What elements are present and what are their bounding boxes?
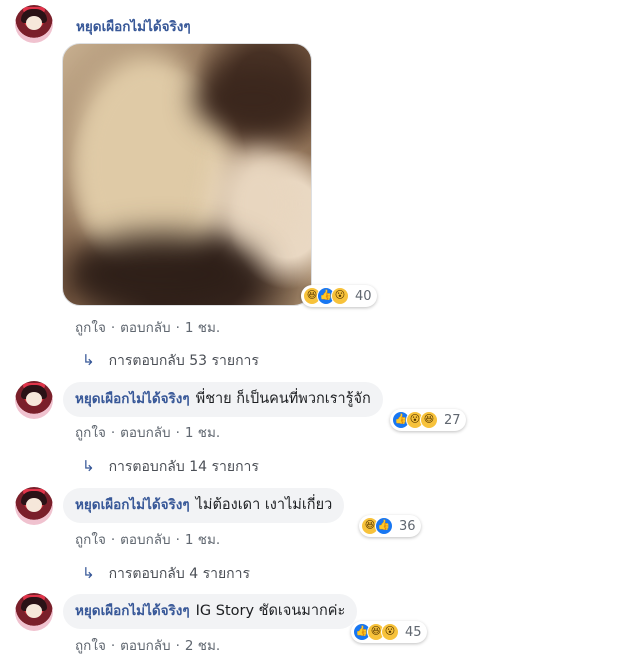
comment-time[interactable]: 1 ชม. <box>185 320 220 336</box>
comment-author[interactable]: หยุดเผือกไม่ได้จริงๆ <box>75 603 190 619</box>
reply-arrow-icon: ↳ <box>82 351 95 369</box>
wow-icon: 😮 <box>381 623 399 641</box>
haha-icon: 😆 <box>420 411 438 429</box>
comment-bubble: หยุดเผือกไม่ได้จริงๆ ไม่ต้องเดา เงาไม่เกี… <box>63 488 345 523</box>
comment-author[interactable]: หยุดเผือกไม่ได้จริงๆ <box>75 497 190 513</box>
avatar-face <box>26 16 42 30</box>
reaction-summary[interactable]: 😆 👍 😮 40 <box>301 285 377 307</box>
reaction-summary[interactable]: 😆 👍 36 <box>359 515 421 537</box>
wow-icon: 😮 <box>331 287 349 305</box>
comment-bubble: หยุดเผือกไม่ได้จริงๆ พี่ชาย ก็เป็นคนที่พว… <box>63 382 383 417</box>
comment-time[interactable]: 1 ชม. <box>185 532 220 548</box>
like-link[interactable]: ถูกใจ <box>75 532 106 548</box>
comment-time[interactable]: 2 ชม. <box>185 638 220 654</box>
comment-text: ไม่ต้องเดา เงาไม่เกี่ยว <box>195 497 333 513</box>
reaction-count: 45 <box>405 624 422 640</box>
avatar[interactable] <box>15 5 53 43</box>
comment-actions: ถูกใจ · ตอบกลับ · 1 ชม. <box>75 532 221 548</box>
reply-link[interactable]: ตอบกลับ <box>120 532 170 548</box>
like-icon: 👍 <box>375 517 393 535</box>
reaction-count: 27 <box>444 412 461 428</box>
comment-actions: ถูกใจ · ตอบกลับ · 1 ชม. <box>75 425 221 441</box>
view-replies-link[interactable]: ↳ การตอบกลับ 53 รายการ <box>82 350 259 372</box>
reaction-count: 36 <box>399 518 416 534</box>
comment-photo[interactable] <box>62 43 312 306</box>
comment-actions: ถูกใจ · ตอบกลับ · 1 ชม. <box>75 320 221 336</box>
like-link[interactable]: ถูกใจ <box>75 320 106 336</box>
comment-bubble: หยุดเผือกไม่ได้จริงๆ IG Story ชัดเจนมากค่… <box>63 594 358 629</box>
replies-count: การตอบกลับ 14 รายการ <box>108 459 259 475</box>
replies-count: การตอบกลับ 4 รายการ <box>108 566 251 582</box>
comment-author[interactable]: หยุดเผือกไม่ได้จริงๆ <box>75 391 190 407</box>
reaction-count: 40 <box>355 288 372 304</box>
comment-text: IG Story ชัดเจนมากค่ะ <box>195 603 346 619</box>
avatar[interactable] <box>15 381 53 419</box>
comment-actions: ถูกใจ · ตอบกลับ · 2 ชม. <box>75 638 221 654</box>
reply-link[interactable]: ตอบกลับ <box>120 320 170 336</box>
comment-time[interactable]: 1 ชม. <box>185 425 220 441</box>
reply-link[interactable]: ตอบกลับ <box>120 425 170 441</box>
replies-count: การตอบกลับ 53 รายการ <box>108 353 259 369</box>
like-link[interactable]: ถูกใจ <box>75 425 106 441</box>
reply-arrow-icon: ↳ <box>82 564 95 582</box>
reaction-summary[interactable]: 👍 😆 😮 45 <box>351 621 427 643</box>
reply-arrow-icon: ↳ <box>82 457 95 475</box>
avatar[interactable] <box>15 593 53 631</box>
avatar[interactable] <box>15 487 53 525</box>
view-replies-link[interactable]: ↳ การตอบกลับ 14 รายการ <box>82 456 259 478</box>
reaction-summary[interactable]: 👍 😮 😆 27 <box>390 409 466 431</box>
view-replies-link[interactable]: ↳ การตอบกลับ 4 รายการ <box>82 563 250 585</box>
comment-author[interactable]: หยุดเผือกไม่ได้จริงๆ <box>76 15 191 37</box>
reply-link[interactable]: ตอบกลับ <box>120 638 170 654</box>
comment-text: พี่ชาย ก็เป็นคนที่พวกเรารู้จัก <box>195 391 371 407</box>
like-link[interactable]: ถูกใจ <box>75 638 106 654</box>
